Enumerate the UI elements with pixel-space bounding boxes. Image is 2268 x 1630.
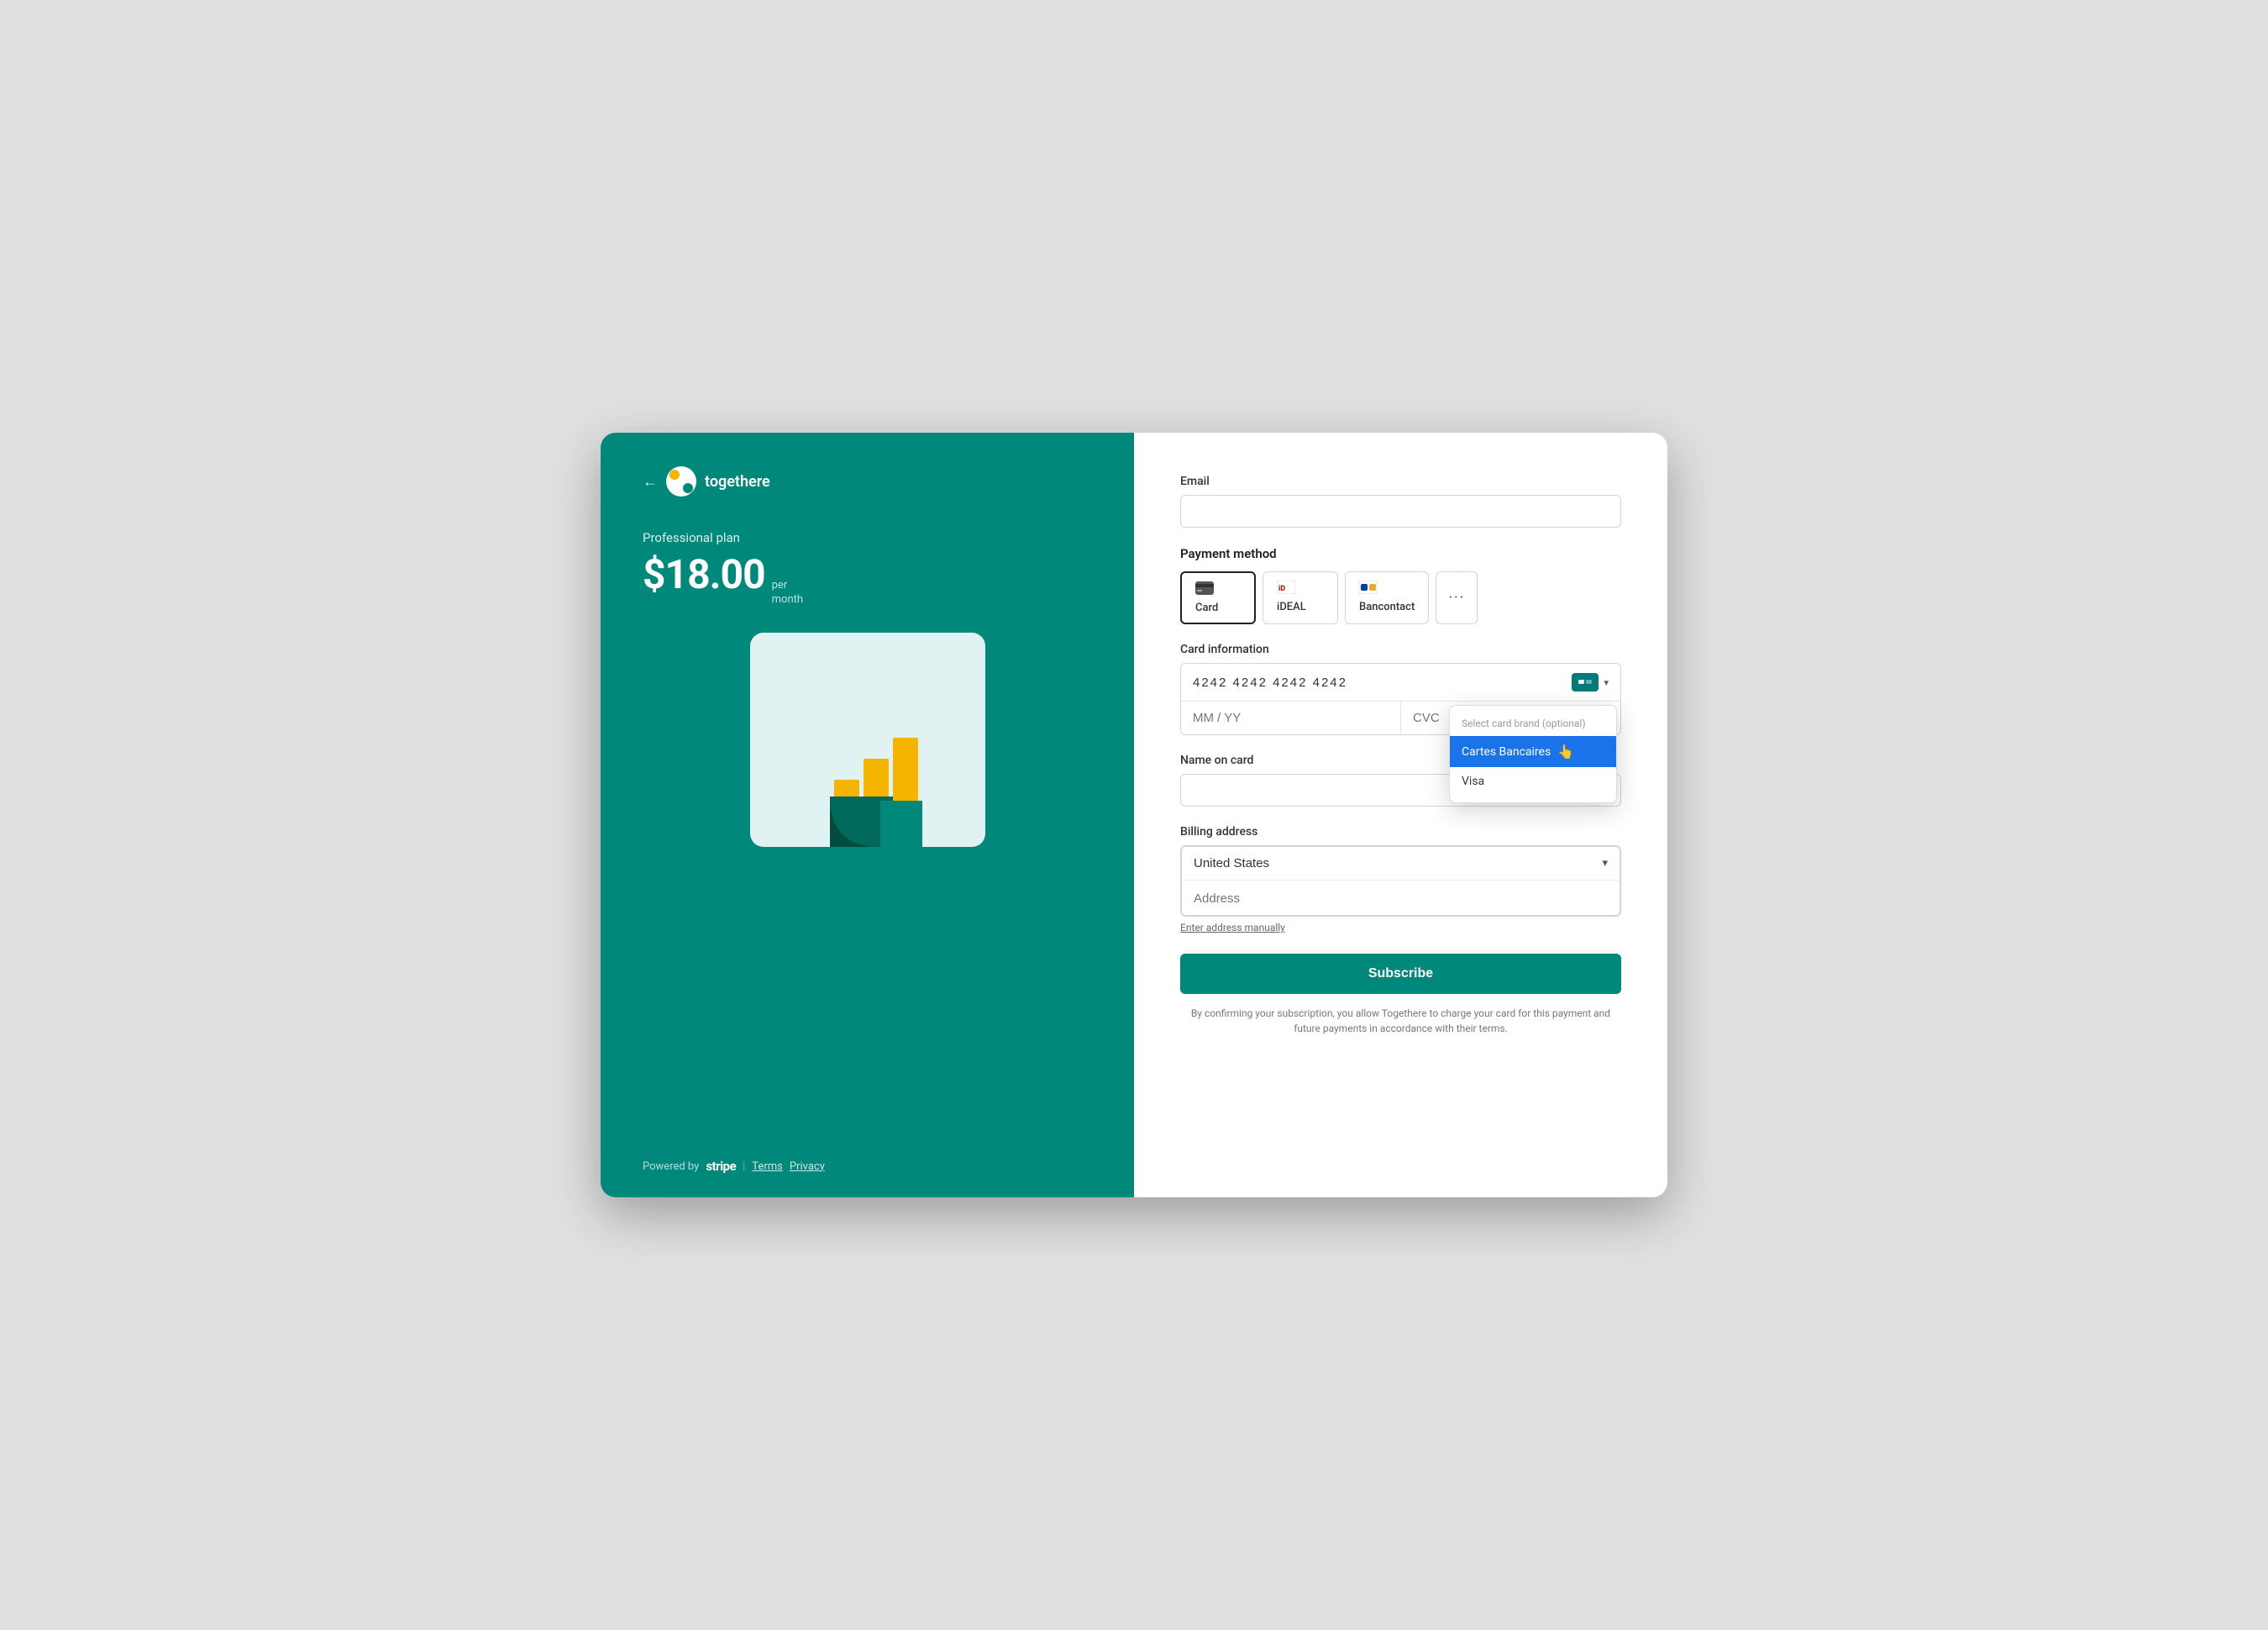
email-label: Email <box>1180 475 1621 488</box>
footer-divider: | <box>743 1160 745 1173</box>
tab-bancontact[interactable]: Bancontact <box>1345 571 1429 624</box>
privacy-link[interactable]: Privacy <box>790 1160 825 1173</box>
left-header: ← togethere <box>643 466 1092 497</box>
price-period: permonth <box>772 579 803 607</box>
right-panel: Email Payment method Card iD iDEAL <box>1134 433 1667 1197</box>
enter-manually-link[interactable]: Enter address manually <box>1180 922 1621 933</box>
card-info-group: Card information ▾ <box>1180 643 1621 735</box>
tab-ideal[interactable]: iD iDEAL <box>1263 571 1338 624</box>
powered-by-text: Powered by <box>643 1160 699 1173</box>
plan-name: Professional plan <box>643 530 1092 545</box>
company-name: togethere <box>705 473 770 491</box>
svg-text:iD: iD <box>1278 585 1285 593</box>
address-input[interactable] <box>1194 891 1608 906</box>
email-group: Email <box>1180 475 1621 528</box>
billing-address-label: Billing address <box>1180 825 1621 839</box>
card-brand-icon <box>1572 673 1599 691</box>
logo-right-dot <box>683 483 693 493</box>
bancontact-tab-label: Bancontact <box>1359 601 1415 613</box>
payment-tabs: Card iD iDEAL Bancontact ··· <box>1180 571 1621 624</box>
billing-address-section: Billing address United States ▾ Enter ad… <box>1180 825 1621 933</box>
card-tab-label: Card <box>1195 602 1218 614</box>
cursor-icon: 👆 <box>1557 744 1574 760</box>
price-amount: $18.00 <box>643 550 765 598</box>
terms-link[interactable]: Terms <box>752 1160 783 1173</box>
card-info-section: ▾ Select card brand (optional) Cartes Ba… <box>1180 663 1621 735</box>
tab-card[interactable]: Card <box>1180 571 1256 624</box>
card-brand-dropdown: Select card brand (optional) Cartes Banc… <box>1449 705 1617 803</box>
logo <box>666 466 696 497</box>
card-info-label: Card information <box>1180 643 1621 656</box>
address-input-wrapper <box>1181 881 1620 916</box>
visa-label: Visa <box>1462 775 1484 788</box>
expiry-input[interactable] <box>1181 702 1401 734</box>
stripe-logo: stripe <box>706 1159 736 1174</box>
illustration <box>750 633 985 847</box>
dropdown-title: Select card brand (optional) <box>1450 712 1616 736</box>
logo-left-dot <box>669 470 680 480</box>
card-number-input[interactable] <box>1193 676 1572 690</box>
left-footer: Powered by stripe | Terms Privacy <box>643 1159 825 1174</box>
price-row: $18.00 permonth <box>643 550 1092 607</box>
more-dots: ··· <box>1448 589 1465 607</box>
payment-method-label: Payment method <box>1180 546 1621 561</box>
illustration-svg <box>784 679 952 847</box>
dropdown-item-visa[interactable]: Visa <box>1450 767 1616 796</box>
tab-more[interactable]: ··· <box>1436 571 1478 624</box>
payment-method-group: Payment method Card iD iDEAL <box>1180 546 1621 624</box>
terms-confirmation-text: By confirming your subscription, you all… <box>1180 1006 1621 1036</box>
left-panel: ← togethere Professional plan $18.00 per… <box>601 433 1134 1197</box>
back-button[interactable]: ← <box>643 473 658 491</box>
card-brand-indicator[interactable]: ▾ Select card brand (optional) Cartes Ba… <box>1572 673 1609 691</box>
country-select[interactable]: United States <box>1194 856 1602 870</box>
ideal-tab-icon: iD <box>1277 581 1295 597</box>
subscribe-button[interactable]: Subscribe <box>1180 954 1621 994</box>
card-number-row: ▾ Select card brand (optional) Cartes Ba… <box>1181 664 1620 702</box>
cartes-bancaires-label: Cartes Bancaires <box>1462 745 1551 759</box>
billing-address-box: United States ▾ <box>1180 845 1621 917</box>
ideal-tab-label: iDEAL <box>1277 601 1306 613</box>
country-chevron-icon: ▾ <box>1602 857 1608 870</box>
chevron-down-icon: ▾ <box>1604 677 1609 688</box>
email-input[interactable] <box>1180 495 1621 528</box>
dropdown-item-cartes-bancaires[interactable]: Cartes Bancaires 👆 <box>1450 736 1616 767</box>
country-select-wrapper: United States ▾ <box>1181 846 1620 881</box>
card-tab-icon <box>1195 581 1214 598</box>
bancontact-tab-icon <box>1359 581 1378 597</box>
